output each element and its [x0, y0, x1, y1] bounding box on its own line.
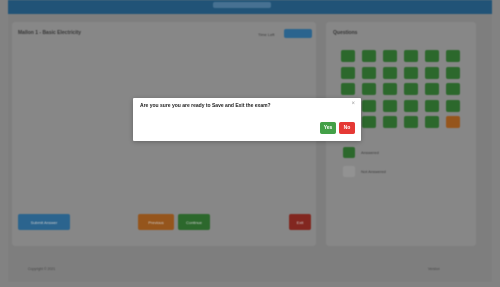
confirm-exit-dialog: Are you sure you are ready to Save and E… — [133, 98, 361, 141]
close-icon[interactable]: × — [351, 101, 355, 107]
modal-backdrop[interactable] — [0, 0, 500, 287]
yes-button[interactable]: Yes — [320, 122, 336, 134]
confirm-message: Are you sure you are ready to Save and E… — [140, 103, 271, 109]
no-button[interactable]: No — [339, 122, 355, 134]
